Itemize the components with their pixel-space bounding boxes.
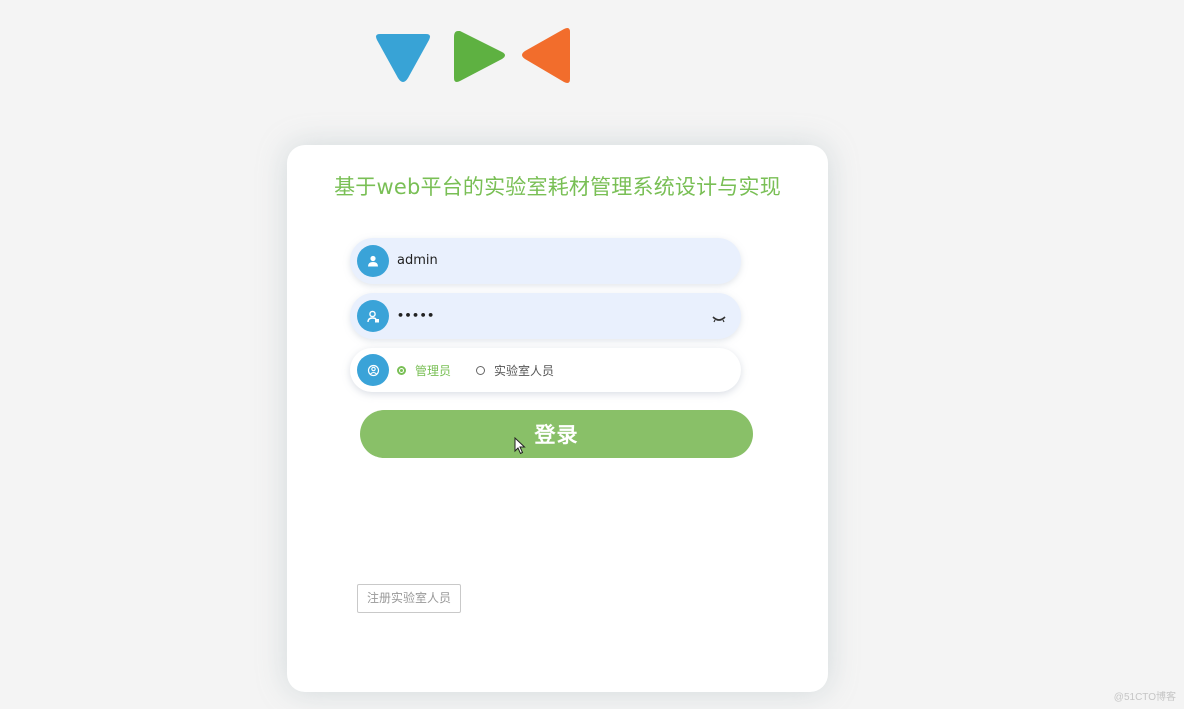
logo-green-triangle [454,31,505,82]
logo-blue-triangle [376,34,430,82]
role-option-label: 管理员 [415,363,452,378]
watermark: @51CTO博客 [1113,692,1176,703]
role-option-label: 实验室人员 [494,363,555,378]
app-logo [372,26,576,86]
eye-closed-icon[interactable] [711,310,727,323]
role-option-lab-staff[interactable]: 实验室人员 [476,362,554,379]
lock-user-icon [357,300,389,332]
username-field[interactable]: admin [350,238,741,284]
radio-checked-icon[interactable] [397,365,406,375]
password-field[interactable]: ••••• [350,293,741,339]
role-field: 管理员 实验室人员 [350,348,741,392]
role-icon [357,354,389,386]
login-button[interactable]: 登录 [360,410,753,458]
user-icon [357,245,389,277]
radio-unchecked-icon[interactable] [476,365,486,375]
role-option-admin[interactable]: 管理员 [397,362,451,379]
login-card: 基于web平台的实验室耗材管理系统设计与实现 admin ••••• 管理员 实… [287,145,828,692]
logo-orange-triangle [522,28,570,83]
username-input[interactable]: admin [397,238,438,284]
password-input[interactable]: ••••• [397,293,435,339]
register-lab-staff-button[interactable]: 注册实验室人员 [357,584,461,613]
role-radio-group: 管理员 实验室人员 [397,348,579,392]
page-title: 基于web平台的实验室耗材管理系统设计与实现 [334,175,781,199]
